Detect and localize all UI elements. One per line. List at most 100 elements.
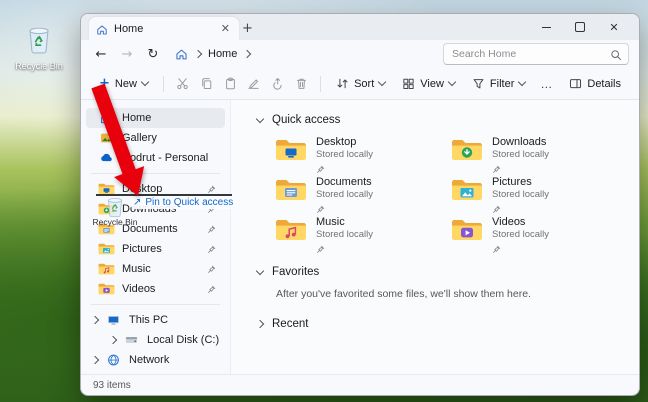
section-title: Recent (272, 318, 309, 330)
item-detail: Stored locally (316, 229, 374, 240)
sidebar-item-local-disk[interactable]: Local Disk (C:) (86, 330, 225, 350)
item-name: Videos (492, 216, 526, 228)
pin-icon (207, 265, 216, 274)
share-button[interactable] (266, 72, 289, 95)
breadcrumb-location[interactable]: Home (208, 48, 237, 60)
paste-icon (224, 77, 237, 90)
sidebar-item-onedrive[interactable]: Codrut - Personal (86, 148, 225, 168)
new-button-label: New (114, 77, 137, 90)
recycle-bin-icon (24, 22, 54, 55)
title-bar: Home ✕ + ✕ (81, 14, 639, 40)
navigation-bar: ← → ↻ Home (81, 40, 639, 68)
delete-button[interactable] (290, 72, 313, 95)
pin-icon (316, 201, 325, 213)
quick-access-item-desktop[interactable]: Desktop Stored locally (275, 136, 451, 174)
pin-icon (207, 185, 216, 194)
quick-access-item-videos[interactable]: Videos Stored locally (451, 216, 627, 254)
filter-button[interactable]: Filter (464, 73, 533, 94)
chevron-down-icon (140, 77, 150, 87)
item-detail: Stored locally (316, 189, 374, 200)
sidebar-item-label: This PC (129, 314, 169, 326)
minimize-button[interactable] (529, 21, 563, 33)
breadcrumb-chevron-icon[interactable] (193, 49, 203, 59)
pictures-folder-icon (451, 177, 483, 203)
details-button[interactable]: Details (561, 73, 629, 94)
sidebar-item-label: Gallery (122, 132, 157, 144)
copy-icon (200, 77, 213, 90)
network-icon (105, 353, 122, 367)
sidebar-item-label: Pictures (122, 243, 162, 255)
item-detail: Stored locally (316, 149, 374, 160)
item-name: Pictures (492, 176, 532, 188)
drag-ghost-recycle-bin-icon[interactable] (104, 194, 126, 218)
sidebar-item-network[interactable]: Network (86, 350, 225, 370)
back-button[interactable]: ← (89, 47, 113, 62)
more-options-button[interactable]: … (534, 77, 559, 91)
status-bar: 93 items (81, 374, 639, 395)
search-input[interactable] (450, 47, 610, 61)
pin-icon (492, 161, 501, 173)
sidebar-item-this-pc[interactable]: This PC (86, 310, 225, 330)
view-button[interactable]: View (394, 73, 463, 94)
drag-ghost-label: Recycle Bin (92, 217, 138, 227)
onedrive-cloud-icon (98, 151, 115, 165)
tab-close-icon[interactable]: ✕ (219, 22, 232, 35)
section-favorites[interactable]: Favorites (255, 262, 639, 282)
refresh-button[interactable]: ↻ (141, 47, 165, 62)
sort-icon (336, 77, 349, 90)
breadcrumb-chevron-icon[interactable] (243, 49, 252, 59)
view-button-label: View (420, 77, 444, 90)
item-detail: Stored locally (492, 149, 550, 160)
expand-chevron-icon[interactable] (255, 319, 265, 329)
expand-chevron-icon[interactable] (90, 355, 100, 365)
sidebar-item-home[interactable]: Home (86, 108, 225, 128)
details-pane-icon (569, 77, 582, 90)
copy-button[interactable] (195, 72, 218, 95)
pin-icon (316, 241, 325, 253)
recycle-bin-desktop-icon[interactable]: Recycle Bin (8, 22, 70, 71)
close-button[interactable]: ✕ (597, 21, 631, 34)
section-recent[interactable]: Recent (255, 314, 639, 334)
quick-access-item-downloads[interactable]: Downloads Stored locally (451, 136, 627, 174)
pin-icon (207, 225, 216, 234)
breadcrumb-home-icon[interactable] (175, 48, 188, 61)
rename-button[interactable] (243, 72, 266, 95)
paste-button[interactable] (219, 72, 242, 95)
new-button[interactable]: + New (91, 74, 156, 94)
local-disk-icon (123, 333, 140, 347)
toolbar-divider (162, 75, 164, 92)
cut-button[interactable] (171, 72, 194, 95)
collapse-chevron-icon[interactable] (255, 114, 265, 123)
explorer-tab-home[interactable]: Home ✕ (89, 17, 239, 40)
sidebar-separator (91, 304, 220, 305)
home-icon (98, 111, 115, 125)
sort-button-label: Sort (354, 77, 375, 90)
sidebar-item-music[interactable]: Music (86, 259, 225, 279)
chevron-down-icon (518, 77, 527, 87)
sidebar-item-videos[interactable]: Videos (86, 279, 225, 299)
sidebar-item-gallery[interactable]: Gallery (86, 128, 225, 148)
maximize-button[interactable] (563, 21, 597, 33)
quick-access-item-pictures[interactable]: Pictures Stored locally (451, 176, 627, 214)
expand-chevron-icon[interactable] (90, 315, 100, 325)
forward-button[interactable]: → (115, 47, 139, 62)
favorites-empty-text: After you've favorited some files, we'll… (276, 288, 531, 300)
quick-access-item-music[interactable]: Music Stored locally (275, 216, 451, 254)
expand-chevron-icon[interactable] (108, 335, 118, 345)
search-box[interactable] (443, 43, 629, 65)
toolbar-divider (320, 75, 322, 92)
window-controls: ✕ (529, 14, 631, 40)
pin-icon (492, 201, 501, 213)
share-icon (271, 77, 284, 90)
gallery-icon (98, 131, 115, 145)
tab-title: Home (114, 22, 144, 35)
drag-tooltip-text: Pin to Quick access (145, 197, 234, 208)
new-tab-button[interactable]: + (237, 21, 258, 37)
section-quick-access[interactable]: Quick access (255, 110, 639, 130)
sort-button[interactable]: Sort (328, 73, 393, 94)
sidebar-item-label: Home (122, 112, 152, 124)
command-toolbar: + New Sort View Filter … Details (81, 68, 639, 100)
sidebar-item-pictures[interactable]: Pictures (86, 239, 225, 259)
collapse-chevron-icon[interactable] (255, 266, 265, 275)
quick-access-item-documents[interactable]: Documents Stored locally (275, 176, 451, 214)
